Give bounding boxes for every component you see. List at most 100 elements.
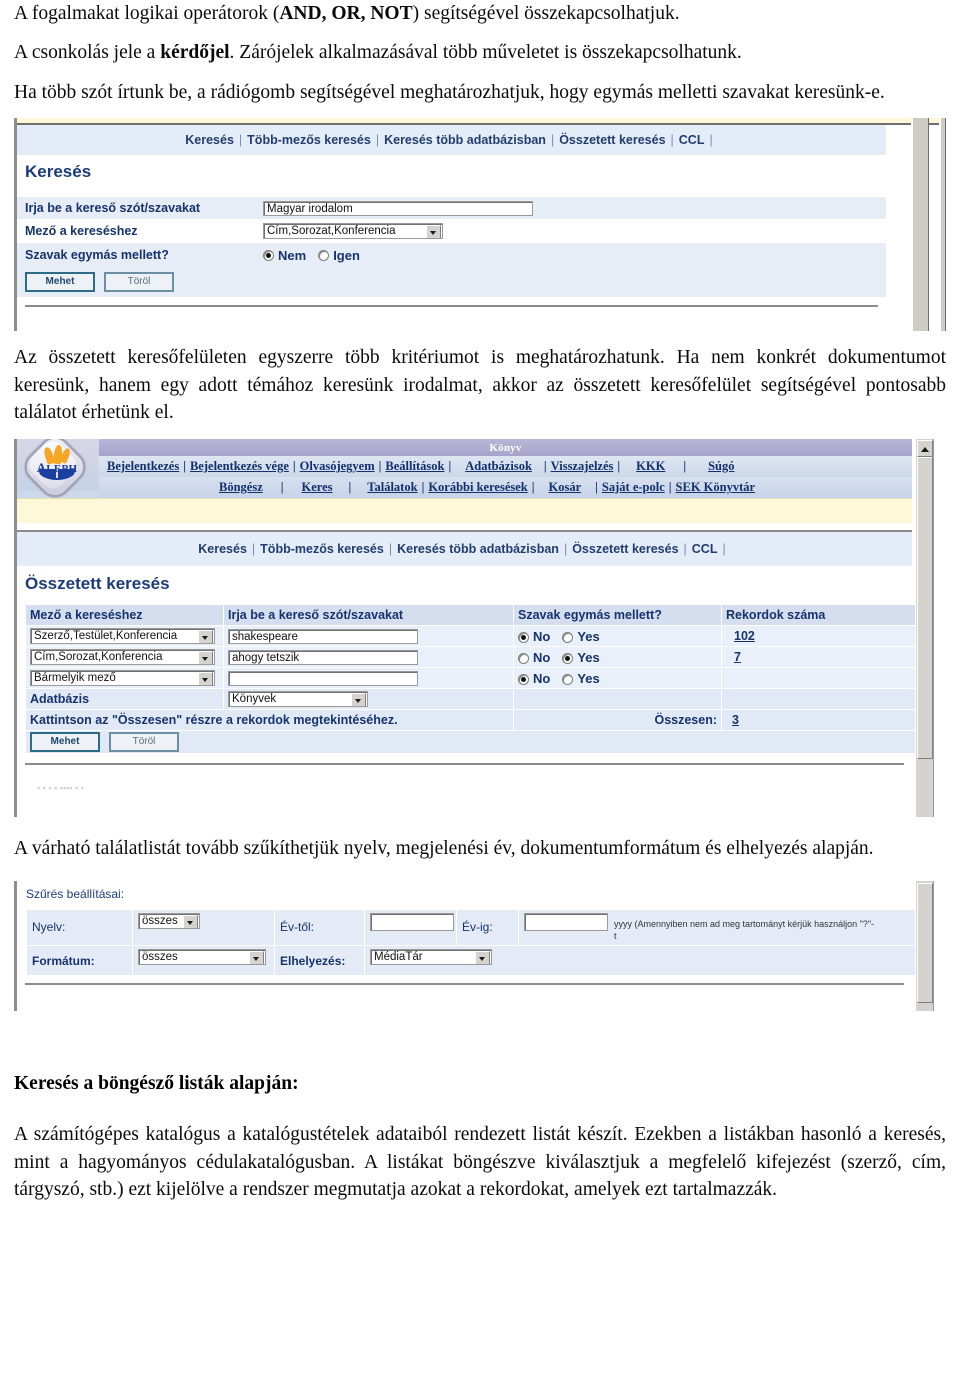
row-3-radio-yes-label: Yes [577,670,600,686]
nav-keres[interactable]: Keres [302,480,333,495]
nav-sugo[interactable]: Súgó [708,459,734,474]
scrollbar[interactable] [915,439,934,818]
tab-ccl[interactable]: CCL [692,542,718,556]
database-cell: Könyvek [223,688,514,711]
database-select[interactable]: Könyvek [228,691,368,708]
tab-kereses-tobb-adatbazisban[interactable]: Keresés több adatbázisban [384,133,546,147]
divider [25,305,878,308]
row-2-term-input[interactable]: ahogy tetszik [228,649,418,665]
row-1-radio-yes[interactable] [562,631,574,643]
scrollbar-thumb[interactable] [917,457,933,760]
shot-right-margin [933,439,946,818]
language-select-value: összes [142,914,178,927]
tab-tobb-mezos-kereses[interactable]: Több-mezős keresés [260,542,384,556]
row-1-field-cell: Szerző,Testület,Konferencia [25,625,224,648]
adjacency-radio-igen[interactable] [318,249,330,261]
scrollbar-track[interactable] [911,118,929,332]
tab-ccl[interactable]: CCL [679,133,705,147]
advanced-button-cell: Mehet Töröl [25,730,931,755]
nav-beallitasok[interactable]: Beállítások [385,459,444,474]
language-label: Nyelv: [26,908,133,947]
simple-search-top-strip [17,118,946,126]
format-select-value: összes [142,951,178,964]
chevron-down-icon [198,651,213,665]
row-1-term-input[interactable]: shakespeare [228,628,418,644]
advanced-button-row: Mehet Töröl [25,730,931,755]
nav-kosar[interactable]: Kosár [549,480,582,495]
row-2-radio-yes[interactable] [562,652,574,664]
section-heading-browse-lists: Keresés a böngésző listák alapján: [14,1072,299,1094]
nav-bejelentkezes[interactable]: Bejelentkezés [107,459,179,474]
row-3-radio-yes[interactable] [562,673,574,685]
row-3-term-input[interactable] [228,670,418,686]
chevron-down-icon [426,225,441,239]
row-3-radio-no[interactable] [518,673,529,685]
simple-search-button-row: Mehet Töröl [17,267,886,298]
total-row: Kattintson az "Összesen" részre a rekord… [25,709,931,732]
adjacency-radio-nem[interactable] [263,249,274,261]
tab-osszetett-kereses[interactable]: Összetett keresés [559,133,665,147]
clear-button[interactable]: Töröl [109,732,179,753]
tab-keresés[interactable]: Keresés [198,542,247,556]
row-1-record-count-link[interactable]: 102 [734,629,755,643]
scroll-up-button[interactable] [917,440,933,458]
year-to-input[interactable] [524,912,608,931]
paragraph-2-pre: A csonkolás jele a [14,41,161,63]
search-field-select-value: Cím,Sorozat,Konferencia [267,225,396,238]
row-1-field-select[interactable]: Szerző,Testület,Konferencia [30,628,215,645]
row-1-radio-no[interactable] [518,631,529,643]
filter-panel: Szűrés beállításai: Nyelv: összes Év-től… [17,881,927,986]
search-field-select[interactable]: Cím,Sorozat,Konferencia [263,223,443,240]
scrollbar[interactable] [915,880,934,1011]
row-3-field-select[interactable]: Bármelyik mező [30,670,215,687]
column-header-field: Mező a kereséshez [25,604,224,627]
paragraph-truncation: A csonkolás jele a kérdőjel. Zárójelek a… [14,39,946,67]
column-header-record-count: Rekordok száma [721,604,931,627]
nav-sek-konyvtar[interactable]: SEK Könyvtár [676,480,756,495]
nav-olvasojegyem[interactable]: Olvasójegyem [300,459,375,474]
row-2-field-select[interactable]: Cím,Sorozat,Konferencia [30,649,215,666]
table-row: Cím,Sorozat,Konferencia ahogy tetszik No… [25,646,931,669]
tab-kereses-tobb-adatbazisban[interactable]: Keresés több adatbázisban [397,542,559,556]
database-spacer-2 [721,688,931,711]
database-label: Adatbázis [25,688,224,711]
window-title: Könyv [99,439,912,457]
nav-bongesz[interactable]: Böngész [219,480,263,495]
nav-talalatok[interactable]: Találatok [367,480,417,495]
chevron-up-icon [921,446,929,452]
chevron-down-icon [475,951,490,965]
submit-button[interactable]: Mehet [30,732,100,753]
nav-bejelentkezes-vege[interactable]: Bejelentkezés vége [190,459,289,474]
location-select[interactable]: MédiaTár [370,949,492,966]
year-from-label: Év-től: [274,908,365,947]
tab-tobb-mezos-kereses[interactable]: Több-mezős keresés [247,133,371,147]
search-term-input[interactable]: Magyar irodalom [263,200,533,216]
tab-osszetett-kereses[interactable]: Összetett keresés [572,542,678,556]
advanced-search-form: Mező a kereséshez Irja be a kereső szót/… [17,604,931,793]
nav-adatbazisok[interactable]: Adatbázisok [465,459,532,474]
nav-sajat-e-polc[interactable]: Saját e-polc [602,480,665,495]
scrollbar-thumb[interactable] [917,882,933,1003]
advanced-search-nav-secondary: Böngész | Keres | Találatok | Korábbi keres… [99,477,912,499]
row-1-radio-no-label: No [533,628,551,644]
row-2-record-count-link[interactable]: 7 [734,650,741,664]
nav-kkk[interactable]: KKK [636,459,665,474]
language-select[interactable]: összes [138,912,200,929]
row-2-radio-no[interactable] [518,652,529,664]
paragraph-1-pre: A fogalmakat logikai operátorok ( [14,3,280,24]
divider [25,983,904,986]
total-value-cell: 3 [721,709,931,732]
nav-korabbi-keresesek[interactable]: Korábbi keresések [428,480,527,495]
chevron-down-icon [249,951,264,965]
format-select[interactable]: összes [138,949,266,966]
year-hint: yyyy (Amennyiben nem ad meg tartományt k… [614,918,875,929]
total-value-link[interactable]: 3 [732,713,739,727]
simple-search-query-row: Irja be a kereső szót/szavakat Magyar ir… [17,197,886,220]
nav-visszajelzes[interactable]: Visszajelzés [551,459,614,474]
simple-search-adjacency-row: Szavak egymás mellett? Nem Igen [17,243,886,268]
year-from-input[interactable] [370,912,454,931]
submit-button[interactable]: Mehet [25,272,95,293]
clear-button[interactable]: Töröl [104,272,174,293]
row-2-term-cell: ahogy tetszik [223,646,514,669]
tab-keresés[interactable]: Keresés [185,133,234,147]
